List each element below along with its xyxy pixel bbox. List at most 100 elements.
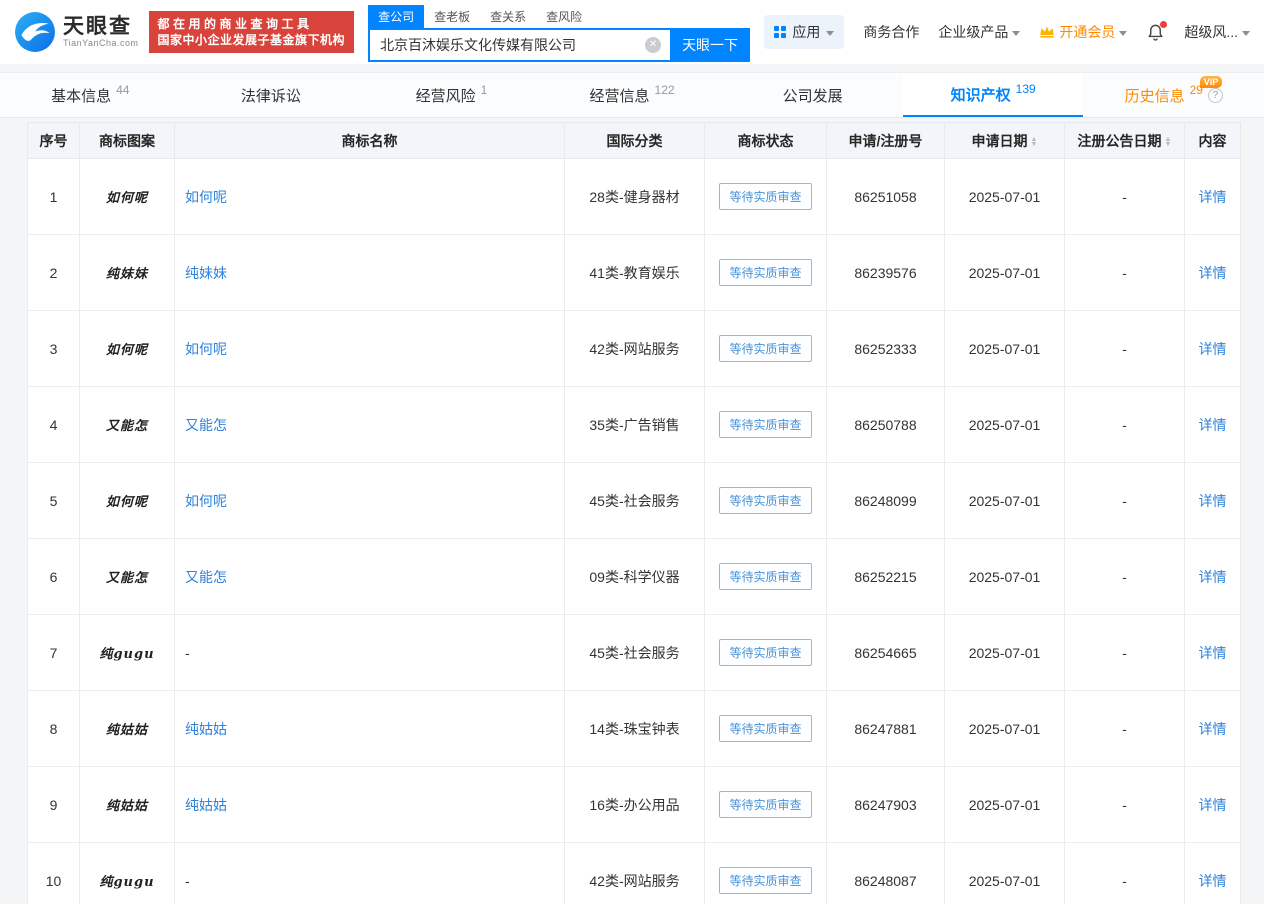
announce-date: - [1064, 690, 1185, 767]
trademark-image[interactable]: 纯姑姑 [106, 723, 148, 738]
trademark-image[interactable]: 如何呢 [106, 191, 148, 206]
detail-link[interactable]: 详情 [1199, 873, 1227, 889]
apps-menu[interactable]: 应用 [764, 15, 845, 49]
detail-link[interactable]: 详情 [1199, 265, 1227, 281]
help-icon[interactable]: ? [1207, 87, 1223, 103]
announce-date: - [1064, 842, 1185, 904]
business-cooperation-link[interactable]: 商务合作 [863, 22, 919, 42]
status-badge: 等待实质审查 [719, 715, 812, 742]
search-block: 查公司 查老板 查关系 查风险 ✕ 天眼一下 [368, 3, 751, 62]
section-tab[interactable]: 公司发展 ? [722, 73, 903, 117]
search-input[interactable] [368, 27, 671, 62]
detail-link[interactable]: 详情 [1199, 493, 1227, 509]
section-tab[interactable]: 法律诉讼 ? [181, 73, 362, 117]
trademark-name-link[interactable]: 如何呢 [185, 341, 227, 357]
section-tab[interactable]: 基本信息 44 ? [0, 73, 181, 117]
logo-domain-text: TianYanCha.com [63, 38, 139, 48]
column-header[interactable]: 申请日期 ▲ ▼ [944, 122, 1065, 159]
column-header[interactable]: 申请/注册号▲▼ [826, 122, 945, 159]
trademark-table-body: 1 如何呢 如何呢 28类-健身器材 等待实质审查 86251058 2025-… [27, 158, 1241, 904]
slogan-badge: 都在用的商业查询工具 国家中小企业发展子基金旗下机构 [148, 11, 355, 53]
trademark-image-cell[interactable]: 又能怎 [79, 538, 175, 615]
column-header[interactable]: 注册公告日期 ▲ ▼ [1064, 122, 1185, 159]
section-tab[interactable]: 经营风险 1 ? [361, 73, 542, 117]
trademark-name-link[interactable]: 纯姑姑 [185, 797, 227, 813]
detail-link[interactable]: 详情 [1199, 569, 1227, 585]
trademark-name-link[interactable]: 又能怎 [185, 569, 227, 585]
trademark-image[interactable]: 如何呢 [106, 495, 148, 510]
intl-class: 16类-办公用品 [564, 766, 705, 843]
trademark-image-cell[interactable]: 纯妹妹 [79, 234, 175, 311]
trademark-name-link[interactable]: - [185, 873, 190, 889]
trademark-image-cell[interactable]: 纯gugu [79, 842, 175, 904]
trademark-image[interactable]: 纯gugu [99, 875, 154, 890]
row-number: 4 [27, 386, 80, 463]
announce-date: - [1064, 310, 1185, 387]
column-header[interactable]: 国际分类▲▼ [564, 122, 705, 159]
detail-link[interactable]: 详情 [1199, 797, 1227, 813]
trademark-image[interactable]: 纯gugu [99, 647, 154, 662]
trademark-image-cell[interactable]: 又能怎 [79, 386, 175, 463]
trademark-image-cell[interactable]: 纯姑姑 [79, 766, 175, 843]
chevron-down-icon [1242, 30, 1250, 36]
column-header[interactable]: 内容▲▼ [1184, 122, 1241, 159]
detail-link[interactable]: 详情 [1199, 645, 1227, 661]
reg-number: 86239576 [826, 234, 945, 311]
trademark-image[interactable]: 纯妹妹 [106, 267, 148, 282]
intl-class: 41类-教育娱乐 [564, 234, 705, 311]
intl-class: 45类-社会服务 [564, 462, 705, 539]
enterprise-products-link[interactable]: 企业级产品 [938, 22, 1021, 42]
section-tab[interactable]: 经营信息 122 ? [542, 73, 723, 117]
section-tab-label: 公司发展 [782, 87, 843, 105]
trademark-image[interactable]: 纯姑姑 [106, 799, 148, 814]
column-header[interactable]: 商标状态▲▼ [704, 122, 827, 159]
section-tab-count: 44 [116, 83, 130, 97]
section-tab[interactable]: VIP 历史信息 29 ? [1083, 73, 1264, 117]
sort-icon[interactable]: ▲ ▼ [1031, 136, 1038, 148]
detail-link[interactable]: 详情 [1199, 417, 1227, 433]
table-row: 2 纯妹妹 纯妹妹 41类-教育娱乐 等待实质审查 86239576 2025-… [27, 234, 1241, 311]
trademark-name-link[interactable]: 如何呢 [185, 493, 227, 509]
open-membership-link[interactable]: 开通会员 [1039, 22, 1128, 42]
trademark-image-cell[interactable]: 如何呢 [79, 310, 175, 387]
announce-date: - [1064, 766, 1185, 843]
bell-icon[interactable] [1146, 20, 1168, 42]
trademark-name-link[interactable]: 纯姑姑 [185, 721, 227, 737]
trademark-image[interactable]: 又能怎 [106, 419, 148, 434]
search-type-tab[interactable]: 查公司 [368, 4, 425, 28]
announce-date: - [1064, 614, 1185, 691]
search-type-tab[interactable]: 查关系 [480, 5, 536, 28]
detail-link[interactable]: 详情 [1199, 189, 1227, 205]
trademark-name-link[interactable]: - [185, 645, 190, 661]
section-tabs: 基本信息 44 ? 法律诉讼 ? 经营风险 1 ? 经营信息 122 ? 公司发… [0, 72, 1264, 118]
apply-date: 2025-07-01 [944, 690, 1065, 767]
chevron-down-icon [826, 30, 835, 36]
username: 超级风... [1184, 24, 1238, 40]
column-header[interactable]: 商标名称▲▼ [174, 122, 565, 159]
detail-link[interactable]: 详情 [1199, 721, 1227, 737]
trademark-name-link[interactable]: 如何呢 [185, 189, 227, 205]
reg-number: 86247881 [826, 690, 945, 767]
trademark-name-link[interactable]: 又能怎 [185, 417, 227, 433]
status-badge: 等待实质审查 [719, 563, 812, 590]
column-header[interactable]: 商标图案▲▼ [79, 122, 175, 159]
trademark-image-cell[interactable]: 如何呢 [79, 462, 175, 539]
clear-icon[interactable]: ✕ [645, 36, 662, 53]
user-menu[interactable]: 超级风... [1184, 22, 1250, 42]
search-button[interactable]: 天眼一下 [670, 27, 751, 62]
trademark-image-cell[interactable]: 纯姑姑 [79, 690, 175, 767]
apply-date: 2025-07-01 [944, 234, 1065, 311]
trademark-image[interactable]: 如何呢 [106, 343, 148, 358]
trademark-image-cell[interactable]: 纯gugu [79, 614, 175, 691]
sort-icon[interactable]: ▲ ▼ [1165, 136, 1172, 148]
search-type-tab[interactable]: 查老板 [424, 5, 480, 28]
column-header[interactable]: 序号▲▼ [27, 122, 80, 159]
trademark-image-cell[interactable]: 如何呢 [79, 158, 175, 235]
section-tab[interactable]: 知识产权 139 ? [902, 73, 1084, 117]
trademark-name-link[interactable]: 纯妹妹 [185, 265, 227, 281]
search-type-tab[interactable]: 查风险 [536, 5, 592, 28]
tianyancha-logo[interactable]: 天眼查 TianYanCha.com [14, 11, 139, 53]
trademark-image[interactable]: 又能怎 [106, 571, 148, 586]
detail-link[interactable]: 详情 [1199, 341, 1227, 357]
slogan-line-1: 都在用的商业查询工具 [157, 17, 313, 31]
